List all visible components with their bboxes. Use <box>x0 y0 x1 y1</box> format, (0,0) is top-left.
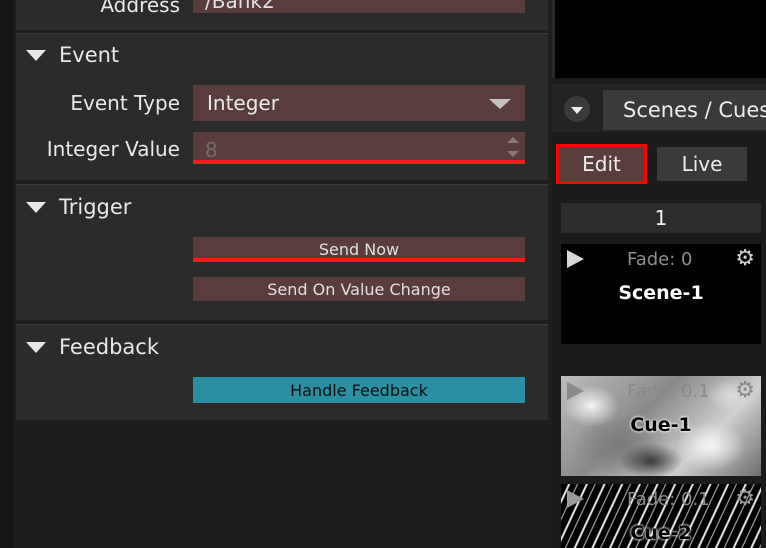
tab-scenes-cues[interactable]: Scenes / Cues <box>603 90 766 130</box>
panel-menu-button[interactable] <box>564 96 590 122</box>
collapse-triangle-icon[interactable] <box>26 341 46 353</box>
cue-card[interactable]: Fade: 0.1 ⚙ Cue-1 <box>561 376 761 476</box>
page-number[interactable]: 1 <box>561 203 761 233</box>
dropdown-arrow-icon[interactable] <box>489 99 511 109</box>
collapse-triangle-icon[interactable] <box>26 49 46 61</box>
preview-area <box>552 0 766 78</box>
fade-label: Fade: 0 <box>627 249 693 270</box>
gear-icon[interactable]: ⚙ <box>735 378 755 403</box>
event-type-value: Integer <box>207 91 279 115</box>
event-header[interactable]: Event <box>26 41 119 69</box>
play-icon[interactable] <box>567 490 584 508</box>
cue-name: Cue-2 <box>630 522 692 544</box>
event-section: Event Event Type Integer Integer Value 8 <box>16 33 548 180</box>
send-now-underline <box>193 258 525 262</box>
panel-edge <box>0 0 14 548</box>
event-title: Event <box>59 43 120 67</box>
event-type-label: Event Type <box>70 91 180 115</box>
feedback-section: Feedback Handle Feedback <box>16 324 548 420</box>
feedback-header[interactable]: Feedback <box>26 333 159 361</box>
gear-icon[interactable]: ⚙ <box>735 486 755 511</box>
event-type-select[interactable]: Integer <box>193 85 525 121</box>
edit-button[interactable]: Edit <box>556 144 647 184</box>
play-icon[interactable] <box>567 382 584 400</box>
increment-arrow-icon[interactable] <box>507 137 519 143</box>
address-field[interactable]: /Bank2 <box>193 0 525 13</box>
scene-card[interactable]: Fade: 0 ⚙ Scene-1 <box>561 244 761 344</box>
address-label: Address <box>100 0 180 17</box>
fade-label: Fade: 0.1 <box>627 489 710 510</box>
cue-name: Cue-1 <box>630 414 692 436</box>
inspector-panel: Address /Bank2 Event Event Type Integer … <box>0 0 552 548</box>
chevron-down-icon <box>571 106 583 114</box>
handle-feedback-toggle[interactable]: Handle Feedback <box>193 377 525 403</box>
gear-icon[interactable]: ⚙ <box>735 246 755 271</box>
trigger-section: Trigger Send Now Send On Value Change <box>16 184 548 320</box>
feedback-title: Feedback <box>59 335 160 359</box>
scene-name: Scene-1 <box>618 282 704 304</box>
integer-value-label: Integer Value <box>46 137 180 161</box>
trigger-title: Trigger <box>59 195 132 219</box>
fade-label: Fade: 0.1 <box>627 381 710 402</box>
integer-value-input[interactable]: 8 <box>193 132 525 162</box>
decrement-arrow-icon[interactable] <box>507 151 519 157</box>
scenes-cues-panel: Scenes / Cues Edit Live 1 Fade: 0 ⚙ Scen… <box>552 0 766 548</box>
send-on-value-change-button[interactable]: Send On Value Change <box>193 277 525 301</box>
live-button[interactable]: Live <box>657 147 747 181</box>
collapse-triangle-icon[interactable] <box>26 201 46 213</box>
trigger-header[interactable]: Trigger <box>26 193 131 221</box>
cue-card[interactable]: Fade: 0.1 ⚙ Cue-2 <box>561 484 761 548</box>
play-icon[interactable] <box>567 250 584 268</box>
address-section: Address /Bank2 <box>16 0 548 30</box>
integer-focus-underline <box>193 160 525 164</box>
